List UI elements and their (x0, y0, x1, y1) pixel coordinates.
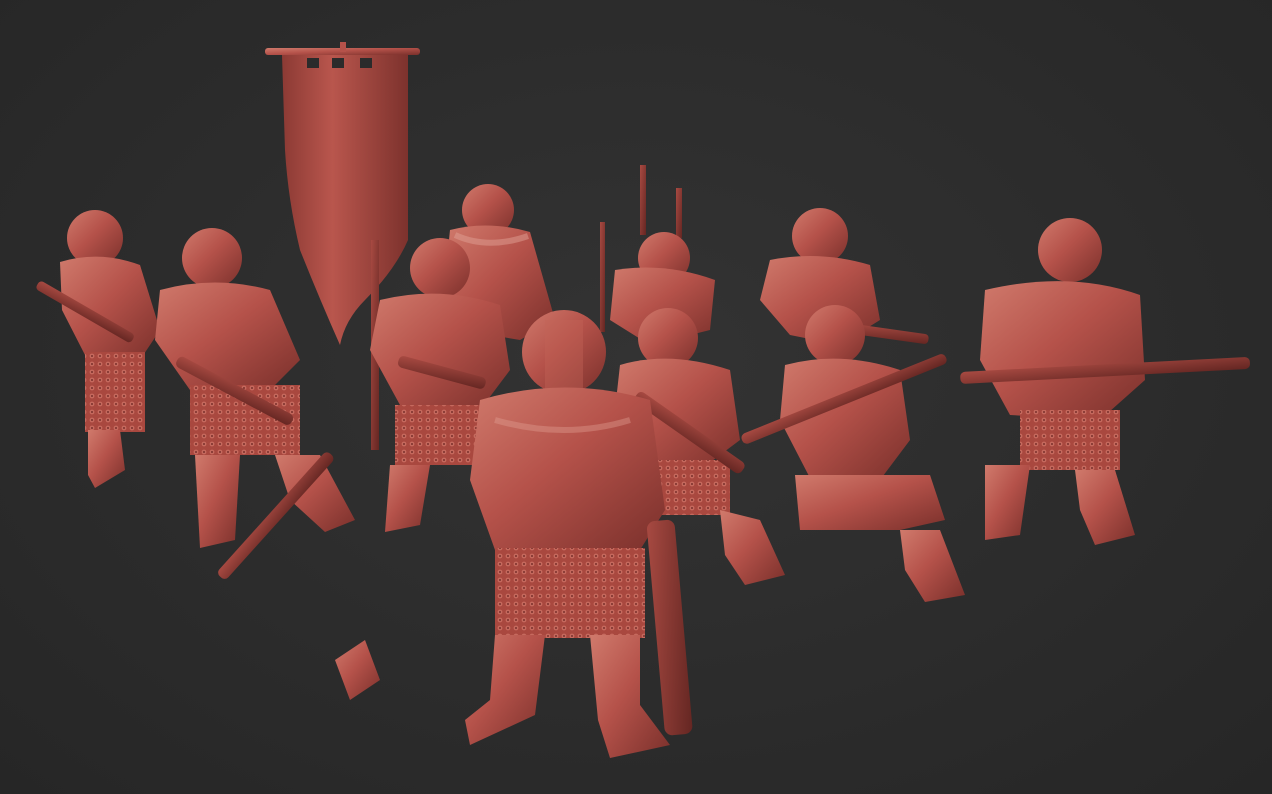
figure-rifleman-far-left (36, 210, 160, 488)
miniature-squad-render (36, 42, 1250, 758)
render-viewport (0, 0, 1272, 794)
figure-sniper-far-right (960, 218, 1250, 545)
